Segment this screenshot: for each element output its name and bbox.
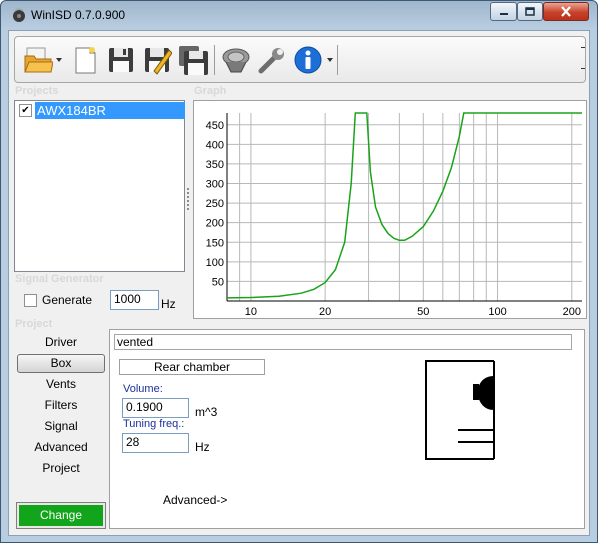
maximize-icon xyxy=(525,7,535,16)
nav-item-vents[interactable]: Vents xyxy=(17,375,105,394)
change-button[interactable]: Change xyxy=(16,502,106,529)
vented-box-diagram xyxy=(425,360,495,460)
response-graph[interactable]: 50 100 150 200 250 300 350 400 450 10 20 50 100 200 xyxy=(194,101,586,318)
y-tick-label: 250 xyxy=(206,198,224,210)
graph-section-label: Graph xyxy=(194,85,227,97)
volume-label: Volume: xyxy=(123,383,163,395)
close-icon xyxy=(561,6,571,17)
toolbar-separator xyxy=(214,45,215,75)
box-editor-panel: vented Rear chamber Volume: 0.1900 m^3 T… xyxy=(109,329,585,529)
speaker-driver-icon[interactable] xyxy=(221,45,251,75)
nav-item-signal[interactable]: Signal xyxy=(17,417,105,436)
toolbar-separator xyxy=(337,45,338,75)
series-line xyxy=(226,112,582,299)
nav-item-box[interactable]: Box xyxy=(17,354,105,373)
project-checkbox[interactable]: ✔ xyxy=(19,104,32,117)
tuning-frequency-unit-label: Hz xyxy=(195,440,210,454)
x-tick-label: 10 xyxy=(245,306,257,318)
y-tick-label: 50 xyxy=(212,276,224,288)
window-title: WinISD 0.7.0.900 xyxy=(31,8,126,22)
save-all-icon[interactable] xyxy=(178,45,208,75)
project-name[interactable]: AWX184BR xyxy=(35,102,185,119)
list-item[interactable]: ✔ AWX184BR xyxy=(19,102,185,119)
open-folder-icon[interactable] xyxy=(23,45,53,75)
frequency-input[interactable]: 1000 xyxy=(110,290,159,310)
new-file-icon[interactable] xyxy=(70,45,100,75)
info-icon[interactable] xyxy=(293,45,323,75)
generate-label: Generate xyxy=(42,293,93,307)
title-bar[interactable]: WinISD 0.7.0.900 xyxy=(1,1,597,29)
y-tick-label: 350 xyxy=(206,159,224,171)
main-client-area: Projects ✔ AWX184BR Graph 50 100 150 200 250… xyxy=(8,30,590,536)
box-type-field[interactable]: vented xyxy=(114,334,572,350)
x-tick-label: 50 xyxy=(417,306,429,318)
open-dropdown-arrow-icon[interactable] xyxy=(56,58,62,62)
nav-item-advanced[interactable]: Advanced xyxy=(17,438,105,457)
nav-item-filters[interactable]: Filters xyxy=(17,396,105,415)
y-tick-label: 200 xyxy=(206,218,224,230)
advanced-link[interactable]: Advanced-> xyxy=(163,493,227,507)
app-window: WinISD 0.7.0.900 Projects ✔ AWX184BR Gra… xyxy=(0,0,598,543)
projects-list[interactable]: ✔ AWX184BR xyxy=(14,100,185,272)
y-tick-label: 300 xyxy=(206,179,224,191)
toolbar-overflow-mark xyxy=(581,68,585,69)
signal-generator-section-label: Signal Generator xyxy=(15,273,104,285)
volume-unit-label: m^3 xyxy=(195,405,218,419)
info-dropdown-arrow-icon[interactable] xyxy=(327,58,333,62)
generate-checkbox[interactable] xyxy=(24,293,37,307)
minimize-button[interactable] xyxy=(490,2,517,21)
rear-chamber-button[interactable]: Rear chamber xyxy=(119,359,265,375)
x-tick-label: 200 xyxy=(563,306,581,318)
close-button[interactable] xyxy=(543,2,589,21)
y-tick-label: 400 xyxy=(206,139,224,151)
projects-section-label: Projects xyxy=(15,85,59,97)
x-tick-label: 100 xyxy=(488,306,506,318)
nav-item-project[interactable]: Project xyxy=(17,459,105,478)
volume-input[interactable]: 0.1900 xyxy=(122,398,189,418)
minimize-icon xyxy=(499,12,508,15)
splitter-handle[interactable] xyxy=(187,188,189,212)
tuning-frequency-label: Tuning freq.: xyxy=(123,418,185,430)
tuning-frequency-input[interactable]: 28 xyxy=(122,433,189,453)
wrench-icon[interactable] xyxy=(257,45,287,75)
save-icon[interactable] xyxy=(106,45,136,75)
winisd-app-icon xyxy=(13,8,25,22)
maximize-button[interactable] xyxy=(517,2,543,21)
x-tick-label: 20 xyxy=(319,306,331,318)
frequency-unit-label: Hz xyxy=(161,297,176,311)
project-section-label: Project xyxy=(15,318,53,330)
toolbar-overflow-mark xyxy=(581,47,585,48)
y-tick-label: 100 xyxy=(206,257,224,269)
graph-panel[interactable]: 50 100 150 200 250 300 350 400 450 10 20 50 100 200 xyxy=(193,100,587,319)
y-tick-label: 150 xyxy=(206,237,224,249)
check-icon: ✔ xyxy=(21,104,30,116)
nav-item-driver[interactable]: Driver xyxy=(17,333,105,352)
generate-row: Generate xyxy=(24,293,92,307)
save-as-icon[interactable] xyxy=(142,45,172,75)
main-toolbar xyxy=(14,36,586,83)
y-tick-label: 450 xyxy=(206,120,224,132)
